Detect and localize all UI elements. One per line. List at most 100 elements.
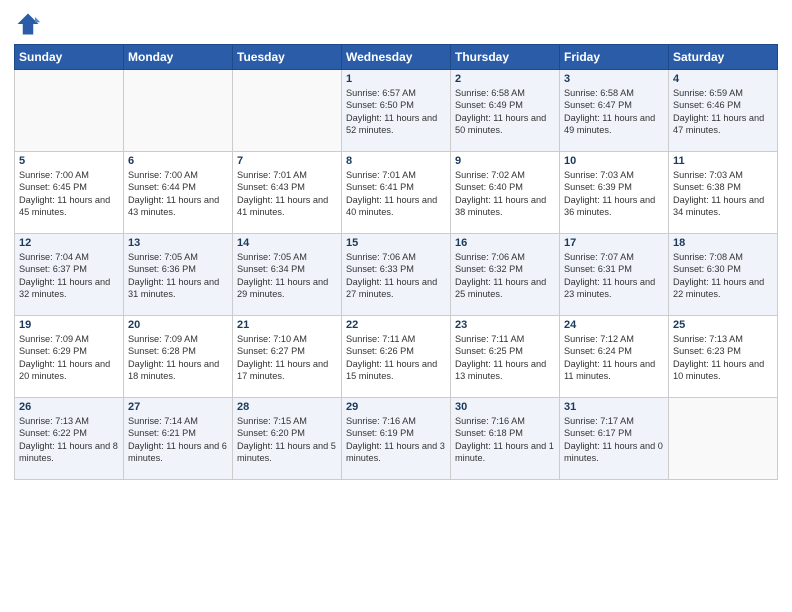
cell-info: Sunrise: 7:02 AMSunset: 6:40 PMDaylight:… — [455, 169, 555, 219]
day-number: 1 — [346, 73, 446, 85]
page: SundayMondayTuesdayWednesdayThursdayFrid… — [0, 0, 792, 612]
cell-info: Sunrise: 7:17 AMSunset: 6:17 PMDaylight:… — [564, 415, 664, 465]
cell-info: Sunrise: 7:16 AMSunset: 6:18 PMDaylight:… — [455, 415, 555, 465]
calendar-cell: 22 Sunrise: 7:11 AMSunset: 6:26 PMDayligh… — [342, 316, 451, 398]
day-number: 9 — [455, 155, 555, 167]
calendar-cell: 15Sunrise: 7:06 AMSunset: 6:33 PMDayligh… — [342, 234, 451, 316]
calendar-cell — [669, 398, 778, 480]
day-number: 20 — [128, 319, 228, 331]
dow-thursday: Thursday — [451, 45, 560, 70]
day-number: 25 — [673, 319, 773, 331]
cell-info: Sunrise: 7:00 AMSunset: 6:44 PMDaylight:… — [128, 169, 228, 219]
day-number: 31 — [564, 401, 664, 413]
calendar-cell: 31 Sunrise: 7:17 AMSunset: 6:17 PMDayligh… — [560, 398, 669, 480]
dow-saturday: Saturday — [669, 45, 778, 70]
calendar-week-2: 12 Sunrise: 7:04 AMSunset: 6:37 PMDayligh… — [15, 234, 778, 316]
day-number: 26 — [19, 401, 119, 413]
day-number: 23 — [455, 319, 555, 331]
cell-info: Sunrise: 7:00 AMSunset: 6:45 PMDaylight:… — [19, 169, 119, 219]
calendar: SundayMondayTuesdayWednesdayThursdayFrid… — [14, 44, 778, 480]
day-number: 10 — [564, 155, 664, 167]
day-number: 13 — [128, 237, 228, 249]
day-number: 2 — [455, 73, 555, 85]
day-number: 7 — [237, 155, 337, 167]
calendar-cell: 23 Sunrise: 7:11 AMSunset: 6:25 PMDayligh… — [451, 316, 560, 398]
cell-info: Sunrise: 7:04 AMSunset: 6:37 PMDaylight:… — [19, 251, 119, 301]
cell-info: Sunrise: 7:01 AMSunset: 6:43 PMDaylight:… — [237, 169, 337, 219]
dow-tuesday: Tuesday — [233, 45, 342, 70]
day-number: 5 — [19, 155, 119, 167]
day-number: 6 — [128, 155, 228, 167]
calendar-cell: 5 Sunrise: 7:00 AMSunset: 6:45 PMDaylight… — [15, 152, 124, 234]
dow-monday: Monday — [124, 45, 233, 70]
calendar-cell: 4Sunrise: 6:59 AMSunset: 6:46 PMDaylight… — [669, 70, 778, 152]
cell-info: Sunrise: 7:15 AMSunset: 6:20 PMDaylight:… — [237, 415, 337, 465]
day-number: 17 — [564, 237, 664, 249]
day-of-week-header: SundayMondayTuesdayWednesdayThursdayFrid… — [15, 45, 778, 70]
day-number: 3 — [564, 73, 664, 85]
calendar-cell: 3 Sunrise: 6:58 AMSunset: 6:47 PMDaylight… — [560, 70, 669, 152]
day-number: 8 — [346, 155, 446, 167]
calendar-cell: 30 Sunrise: 7:16 AMSunset: 6:18 PMDayligh… — [451, 398, 560, 480]
day-number: 27 — [128, 401, 228, 413]
calendar-cell: 1 Sunrise: 6:57 AMSunset: 6:50 PMDaylight… — [342, 70, 451, 152]
cell-info: Sunrise: 7:13 AMSunset: 6:22 PMDaylight:… — [19, 415, 119, 465]
cell-info: Sunrise: 6:57 AMSunset: 6:50 PMDaylight:… — [346, 87, 446, 137]
calendar-cell: 21Sunrise: 7:10 AMSunset: 6:27 PMDayligh… — [233, 316, 342, 398]
calendar-cell: 7 Sunrise: 7:01 AMSunset: 6:43 PMDaylight… — [233, 152, 342, 234]
cell-info: Sunrise: 7:05 AMSunset: 6:34 PMDaylight:… — [237, 251, 337, 301]
calendar-cell: 12 Sunrise: 7:04 AMSunset: 6:37 PMDayligh… — [15, 234, 124, 316]
cell-info: Sunrise: 7:16 AMSunset: 6:19 PMDaylight:… — [346, 415, 446, 465]
cell-info: Sunrise: 7:09 AMSunset: 6:29 PMDaylight:… — [19, 333, 119, 383]
calendar-cell: 10 Sunrise: 7:03 AMSunset: 6:39 PMDayligh… — [560, 152, 669, 234]
cell-info: Sunrise: 7:07 AMSunset: 6:31 PMDaylight:… — [564, 251, 664, 301]
day-number: 14 — [237, 237, 337, 249]
calendar-cell — [233, 70, 342, 152]
logo — [14, 10, 46, 38]
cell-info: Sunrise: 7:03 AMSunset: 6:39 PMDaylight:… — [564, 169, 664, 219]
cell-info: Sunrise: 7:06 AMSunset: 6:32 PMDaylight:… — [455, 251, 555, 301]
day-number: 30 — [455, 401, 555, 413]
calendar-cell: 18 Sunrise: 7:08 AMSunset: 6:30 PMDayligh… — [669, 234, 778, 316]
calendar-cell: 9 Sunrise: 7:02 AMSunset: 6:40 PMDaylight… — [451, 152, 560, 234]
cell-info: Sunrise: 6:58 AMSunset: 6:49 PMDaylight:… — [455, 87, 555, 137]
day-number: 19 — [19, 319, 119, 331]
cell-info: Sunrise: 7:12 AMSunset: 6:24 PMDaylight:… — [564, 333, 664, 383]
cell-info: Sunrise: 6:58 AMSunset: 6:47 PMDaylight:… — [564, 87, 664, 137]
day-number: 12 — [19, 237, 119, 249]
calendar-cell: 2 Sunrise: 6:58 AMSunset: 6:49 PMDaylight… — [451, 70, 560, 152]
calendar-cell: 8Sunrise: 7:01 AMSunset: 6:41 PMDaylight… — [342, 152, 451, 234]
cell-info: Sunrise: 7:09 AMSunset: 6:28 PMDaylight:… — [128, 333, 228, 383]
calendar-cell: 20 Sunrise: 7:09 AMSunset: 6:28 PMDayligh… — [124, 316, 233, 398]
cell-info: Sunrise: 7:11 AMSunset: 6:26 PMDaylight:… — [346, 333, 446, 383]
calendar-cell — [15, 70, 124, 152]
calendar-body: 1 Sunrise: 6:57 AMSunset: 6:50 PMDaylight… — [15, 70, 778, 480]
calendar-week-4: 26 Sunrise: 7:13 AMSunset: 6:22 PMDayligh… — [15, 398, 778, 480]
cell-info: Sunrise: 7:11 AMSunset: 6:25 PMDaylight:… — [455, 333, 555, 383]
dow-sunday: Sunday — [15, 45, 124, 70]
calendar-cell: 14 Sunrise: 7:05 AMSunset: 6:34 PMDayligh… — [233, 234, 342, 316]
dow-wednesday: Wednesday — [342, 45, 451, 70]
cell-info: Sunrise: 7:13 AMSunset: 6:23 PMDaylight:… — [673, 333, 773, 383]
day-number: 22 — [346, 319, 446, 331]
day-number: 24 — [564, 319, 664, 331]
calendar-cell: 16 Sunrise: 7:06 AMSunset: 6:32 PMDayligh… — [451, 234, 560, 316]
day-number: 16 — [455, 237, 555, 249]
calendar-cell: 24 Sunrise: 7:12 AMSunset: 6:24 PMDayligh… — [560, 316, 669, 398]
day-number: 15 — [346, 237, 446, 249]
day-number: 18 — [673, 237, 773, 249]
calendar-cell: 26 Sunrise: 7:13 AMSunset: 6:22 PMDayligh… — [15, 398, 124, 480]
calendar-week-1: 5 Sunrise: 7:00 AMSunset: 6:45 PMDaylight… — [15, 152, 778, 234]
calendar-cell: 19 Sunrise: 7:09 AMSunset: 6:29 PMDayligh… — [15, 316, 124, 398]
day-number: 11 — [673, 155, 773, 167]
day-number: 4 — [673, 73, 773, 85]
calendar-cell: 28Sunrise: 7:15 AMSunset: 6:20 PMDayligh… — [233, 398, 342, 480]
header — [14, 10, 778, 38]
calendar-cell: 6 Sunrise: 7:00 AMSunset: 6:44 PMDaylight… — [124, 152, 233, 234]
calendar-week-3: 19 Sunrise: 7:09 AMSunset: 6:29 PMDayligh… — [15, 316, 778, 398]
day-number: 29 — [346, 401, 446, 413]
calendar-cell: 13Sunrise: 7:05 AMSunset: 6:36 PMDayligh… — [124, 234, 233, 316]
calendar-cell: 11Sunrise: 7:03 AMSunset: 6:38 PMDayligh… — [669, 152, 778, 234]
cell-info: Sunrise: 7:08 AMSunset: 6:30 PMDaylight:… — [673, 251, 773, 301]
calendar-cell: 27Sunrise: 7:14 AMSunset: 6:21 PMDayligh… — [124, 398, 233, 480]
